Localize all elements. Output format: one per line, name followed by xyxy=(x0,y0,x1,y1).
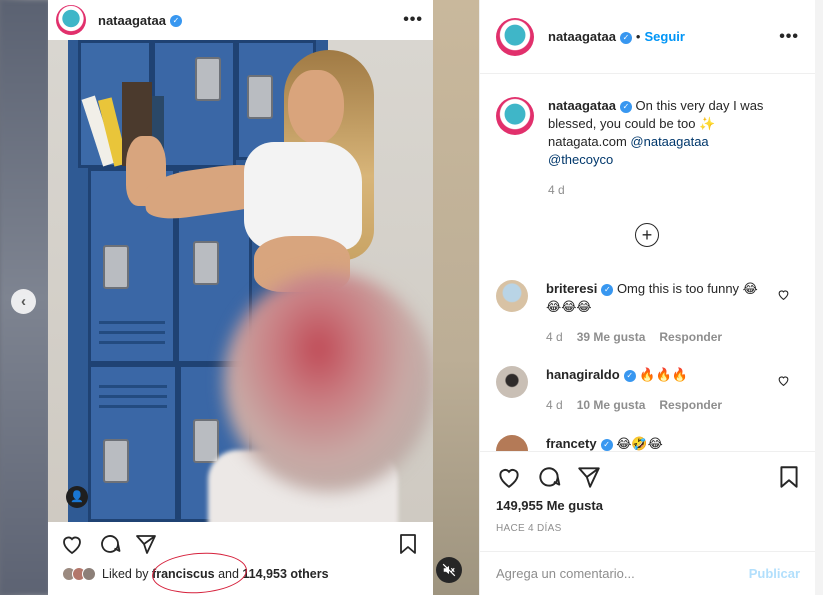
comment-time[interactable]: 4 d xyxy=(546,396,563,414)
censor-blur xyxy=(224,272,433,492)
avatar[interactable] xyxy=(56,5,86,35)
locker-door xyxy=(88,364,178,522)
verified-badge-icon: ✓ xyxy=(623,369,636,382)
share-icon[interactable] xyxy=(134,532,158,556)
author-avatar[interactable] xyxy=(496,97,534,135)
author-avatar[interactable] xyxy=(496,17,534,56)
embedded-post-header: nataagataa ✓ ••• xyxy=(48,0,433,40)
user-tag-icon[interactable]: 👤 xyxy=(66,486,88,508)
verified-badge-icon: ✓ xyxy=(619,31,632,44)
post-header: nataagataa ✓ • Seguir ••• xyxy=(480,0,815,74)
avatar xyxy=(82,567,96,581)
locker-handle xyxy=(103,439,129,483)
post-details-panel: nataagataa ✓ • Seguir ••• nataagataa ✓ On … xyxy=(479,0,816,595)
caption-mention-link[interactable]: @thecoyco xyxy=(548,152,613,167)
page-scrollbar[interactable] xyxy=(815,0,823,595)
share-icon[interactable] xyxy=(576,464,602,490)
liked-by-prefix: Liked by xyxy=(102,567,149,581)
locker-handle xyxy=(247,75,273,119)
embedded-post-actions xyxy=(48,530,433,560)
commenter-avatar[interactable] xyxy=(496,280,528,312)
locker-handle xyxy=(195,57,221,101)
reply-button[interactable]: Responder xyxy=(659,328,722,346)
more-options-icon[interactable]: ••• xyxy=(403,11,423,29)
load-more-comments-icon[interactable]: + xyxy=(635,223,659,247)
verified-badge-icon: ✓ xyxy=(619,100,632,113)
comment-body: hanagiraldo ✓ 🔥🔥🔥 4 d 10 Me gusta Respond… xyxy=(546,366,766,414)
face xyxy=(288,70,344,144)
comment-input[interactable] xyxy=(496,566,749,581)
embedded-post-card: nataagataa ✓ ••• 👤 Liked by franciscus a… xyxy=(48,0,433,595)
commenter-username[interactable]: francety xyxy=(546,436,597,451)
caption-site: natagata.com xyxy=(548,134,627,149)
locker-handle xyxy=(193,419,219,463)
post-timestamp[interactable]: HACE 4 DÍAS xyxy=(496,523,562,534)
comment-body: briteresi ✓ Omg this is too funny 😂😂😂😂 4 … xyxy=(546,280,766,346)
comment-likes-count[interactable]: 39 Me gusta xyxy=(577,328,646,346)
comments-list[interactable]: nataagataa ✓ On this very day I was bless… xyxy=(480,75,816,451)
previous-post-button[interactable]: ‹ xyxy=(11,289,36,314)
commenter-username[interactable]: hanagiraldo xyxy=(546,367,620,382)
commenter-avatar[interactable] xyxy=(496,366,528,398)
reply-button[interactable]: Responder xyxy=(659,396,722,414)
comment-item: briteresi ✓ Omg this is too funny 😂😂😂😂 4 … xyxy=(496,280,800,346)
verified-badge-icon: ✓ xyxy=(601,283,614,296)
commenter-username[interactable]: briteresi xyxy=(546,281,597,296)
comment-time[interactable]: 4 d xyxy=(546,328,563,346)
username-text[interactable]: nataagataa xyxy=(98,13,166,28)
mute-button[interactable] xyxy=(436,557,462,583)
more-options-icon[interactable]: ••• xyxy=(779,28,799,46)
comment-text: 🔥🔥🔥 xyxy=(639,367,688,382)
post-photo[interactable]: 👤 xyxy=(48,40,433,522)
comment-icon[interactable] xyxy=(536,464,562,490)
username-text[interactable]: nataagataa xyxy=(548,29,616,44)
comment-item: hanagiraldo ✓ 🔥🔥🔥 4 d 10 Me gusta Respond… xyxy=(496,366,800,414)
bookmark-icon[interactable] xyxy=(776,464,802,490)
caption-time[interactable]: 4 d xyxy=(548,181,796,199)
caption-username[interactable]: nataagataa xyxy=(548,98,616,113)
liked-by-count-link[interactable]: 114,953 others xyxy=(242,567,328,581)
like-comment-heart-icon[interactable] xyxy=(777,288,790,301)
post-caption: nataagataa ✓ On this very day I was bless… xyxy=(496,97,796,199)
locker-handle xyxy=(103,245,129,289)
heart-icon[interactable] xyxy=(60,532,84,556)
comment-item: francety ✓ 😂🤣😂 xyxy=(496,435,800,451)
follow-button[interactable]: Seguir xyxy=(644,29,684,44)
heart-icon[interactable] xyxy=(496,464,522,490)
muted-speaker-icon xyxy=(442,563,456,577)
verified-badge-icon: ✓ xyxy=(600,438,613,451)
locker-handle xyxy=(193,241,219,285)
commenter-avatar[interactable] xyxy=(496,435,528,451)
comment-text: 😂🤣😂 xyxy=(616,436,663,451)
author-username[interactable]: nataagataa ✓ xyxy=(548,29,632,44)
caption-mention-link[interactable]: @nataagataa xyxy=(630,134,708,149)
separator-dot: • xyxy=(635,29,641,44)
comment-likes-count[interactable]: 10 Me gusta xyxy=(577,396,646,414)
embedded-post-username[interactable]: nataagataa ✓ xyxy=(98,13,182,28)
comment-body: francety ✓ 😂🤣😂 xyxy=(546,435,766,451)
verified-badge-icon: ✓ xyxy=(169,15,182,28)
publish-comment-button[interactable]: Publicar xyxy=(749,566,800,581)
comment-icon[interactable] xyxy=(98,532,122,556)
post-actions: 149,955 Me gusta HACE 4 DÍAS xyxy=(480,451,816,551)
shirt xyxy=(244,142,362,250)
comment-meta: 4 d 39 Me gusta Responder xyxy=(546,328,766,346)
likes-count[interactable]: 149,955 Me gusta xyxy=(496,498,603,513)
like-comment-heart-icon[interactable] xyxy=(777,374,790,387)
bookmark-icon[interactable] xyxy=(396,532,420,556)
comment-meta: 4 d 10 Me gusta Responder xyxy=(546,396,766,414)
media-panel: nataagataa ✓ ••• 👤 Liked by franciscus a… xyxy=(0,0,479,595)
caption-body: nataagataa ✓ On this very day I was bless… xyxy=(548,97,796,199)
add-comment-bar: Publicar xyxy=(480,551,816,595)
